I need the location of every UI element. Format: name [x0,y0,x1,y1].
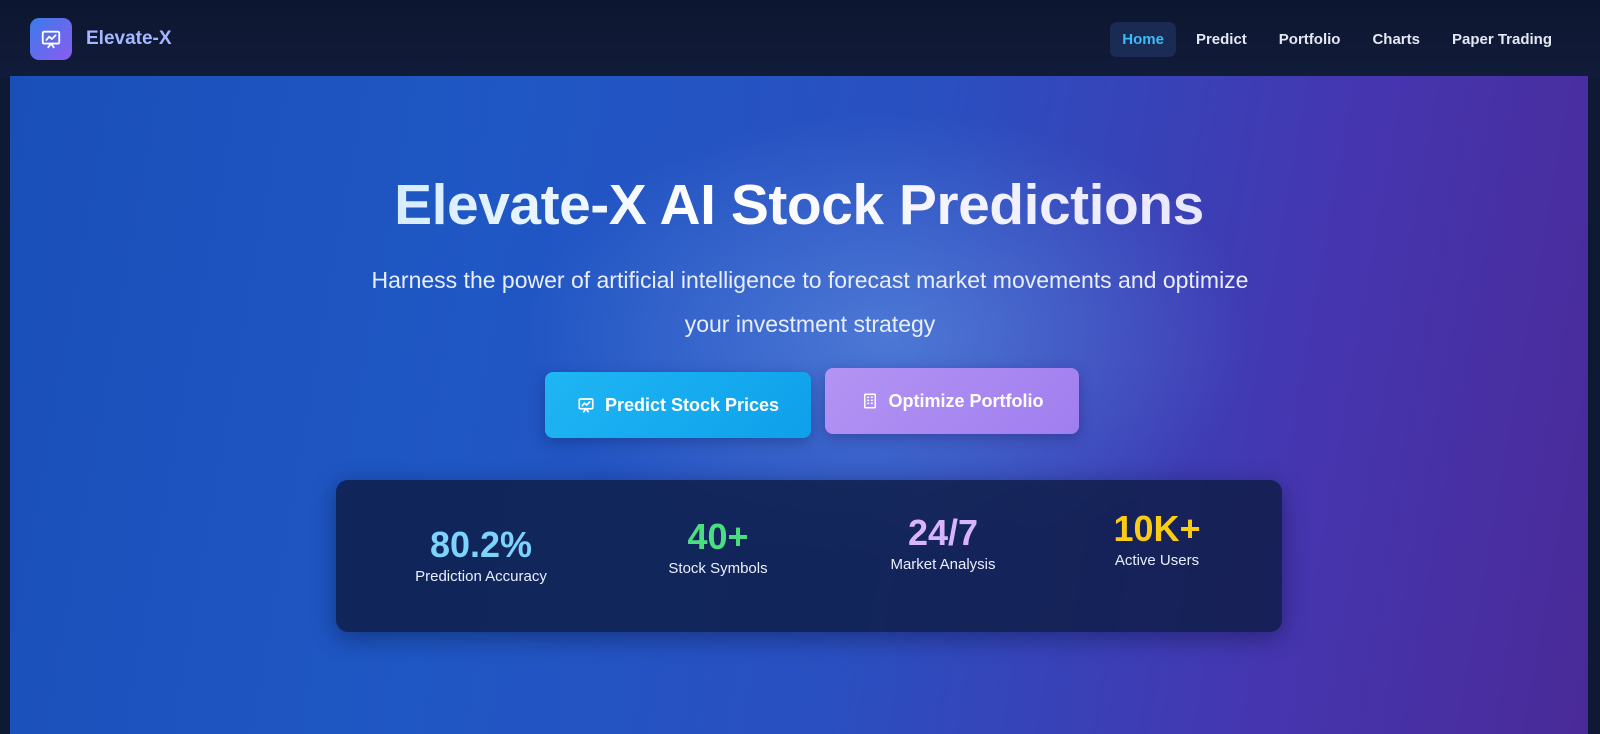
stat-label: Stock Symbols [668,560,768,577]
nav-item-home[interactable]: Home [1110,21,1176,57]
predict-button-label: Predict Stock Prices [604,394,780,415]
chart-presentation-icon [30,18,72,60]
stat-value: 24/7 [907,512,979,553]
brand[interactable]: Elevate-X [30,18,172,60]
nav-item-charts[interactable]: Charts [1360,22,1432,57]
stat-prediction-accuracy: 80.2% Prediction Accuracy [386,524,576,585]
hero-subtitle: Harness the power of artificial intellig… [371,267,1249,337]
optimize-button-label: Optimize Portfolio [888,390,1044,411]
chart-presentation-icon [577,396,595,414]
stat-label: Prediction Accuracy [415,568,547,585]
building-icon [861,392,879,410]
nav-item-paper-trading[interactable]: Paper Trading [1440,22,1564,57]
brand-name: Elevate-X [86,28,172,49]
stat-active-users: 10K+ Active Users [1062,508,1252,569]
hero-section: Elevate-X AI Stock Predictions Harness t… [10,76,1588,734]
stat-value: 10K+ [1113,508,1201,549]
nav-item-portfolio[interactable]: Portfolio [1267,22,1353,57]
stat-label: Market Analysis [890,556,996,573]
main-nav: Home Predict Portfolio Charts Paper Trad… [1110,21,1564,57]
hero-title-text: Elevate-X AI Stock Predictions [394,173,1204,237]
predict-stock-prices-button[interactable]: Predict Stock Prices [545,372,811,438]
stat-market-analysis: 24/7 Market Analysis [848,512,1038,573]
stats-panel: 80.2% Prediction Accuracy 40+ Stock Symb… [336,480,1282,632]
optimize-portfolio-button[interactable]: Optimize Portfolio [825,368,1079,434]
navbar: Elevate-X Home Predict Portfolio Charts … [0,0,1600,78]
stat-label: Active Users [1114,552,1200,569]
hero-title: Elevate-X AI Stock Predictions [10,172,1588,238]
nav-item-predict[interactable]: Predict [1184,22,1259,57]
stat-value: 80.2% [429,524,533,565]
app-screen: Elevate-X Home Predict Portfolio Charts … [0,0,1600,734]
stat-value: 40+ [687,516,749,557]
stat-stock-symbols: 40+ Stock Symbols [623,516,813,577]
